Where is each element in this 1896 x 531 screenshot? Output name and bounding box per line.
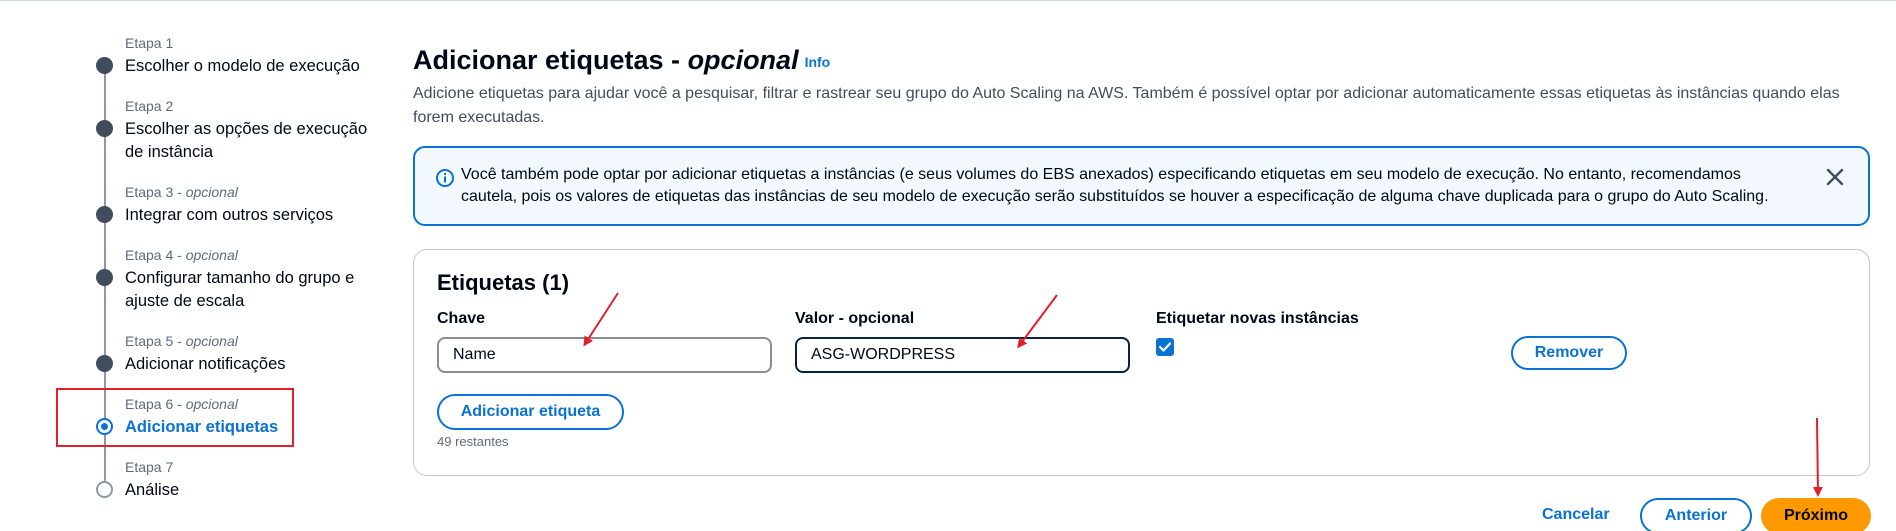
- page-title: Adicionar etiquetas - opcional Info: [413, 45, 831, 75]
- remove-tag-button[interactable]: Remover: [1511, 336, 1627, 370]
- step-complete-dot: [96, 120, 113, 137]
- tags-container: Etiquetas (1) Chave Valor - opcional Eti…: [413, 249, 1870, 476]
- step-active-dot: [96, 418, 113, 435]
- tag-new-instances-checkbox[interactable]: [1156, 338, 1174, 356]
- step-number: Etapa 4 - opcional: [125, 247, 238, 263]
- add-tag-button[interactable]: Adicionar etiqueta: [437, 394, 624, 430]
- step-title: Adicionar etiquetas: [125, 418, 279, 436]
- step-complete-dot: [96, 57, 113, 74]
- tags-heading: Etiquetas (1): [437, 270, 570, 295]
- info-icon: [436, 169, 454, 187]
- step-title: Análise: [125, 481, 180, 499]
- step-title: Escolher as opções de execução de instân…: [125, 120, 368, 161]
- step-title: Integrar com outros serviços: [125, 206, 334, 224]
- step-title: Adicionar notificações: [125, 355, 286, 373]
- step-complete-dot: [96, 355, 113, 372]
- step-number: Etapa 7: [125, 459, 174, 475]
- tag-key-input[interactable]: [437, 337, 772, 373]
- next-button[interactable]: Próximo: [1761, 498, 1871, 531]
- alert-message: Você também pode optar por adicionar eti…: [461, 166, 1769, 205]
- step-title: Configurar tamanho do grupo e ajuste de …: [125, 269, 355, 310]
- info-link[interactable]: Info: [805, 54, 831, 70]
- step-complete-dot: [96, 206, 113, 223]
- cancel-button[interactable]: Cancelar: [1542, 506, 1610, 524]
- tag-new-instances-label: Etiquetar novas instâncias: [1156, 310, 1359, 327]
- check-icon: [1158, 342, 1172, 352]
- page-description: Adicione etiquetas para ajudar você a pe…: [413, 85, 1840, 126]
- close-icon[interactable]: [1824, 166, 1846, 188]
- step-number: Etapa 5 - opcional: [125, 333, 238, 349]
- step-number: Etapa 2: [125, 98, 174, 114]
- step-complete-dot: [96, 269, 113, 286]
- value-label: Valor - opcional: [795, 310, 915, 327]
- previous-button[interactable]: Anterior: [1640, 498, 1752, 531]
- step-title: Escolher o modelo de execução: [125, 57, 360, 75]
- tag-value-input[interactable]: [795, 337, 1130, 373]
- remaining-tags-count: 49 restantes: [437, 434, 509, 449]
- step-pending-dot: [96, 481, 113, 498]
- info-alert: Você também pode optar por adicionar eti…: [413, 146, 1870, 226]
- wizard-steps: Etapa 1 Escolher o modelo de execução Et…: [0, 0, 400, 531]
- step-number: Etapa 1: [125, 35, 174, 51]
- step-number: Etapa 6 - opcional: [125, 396, 238, 412]
- step-number: Etapa 3 - opcional: [125, 184, 238, 200]
- key-label: Chave: [437, 310, 486, 327]
